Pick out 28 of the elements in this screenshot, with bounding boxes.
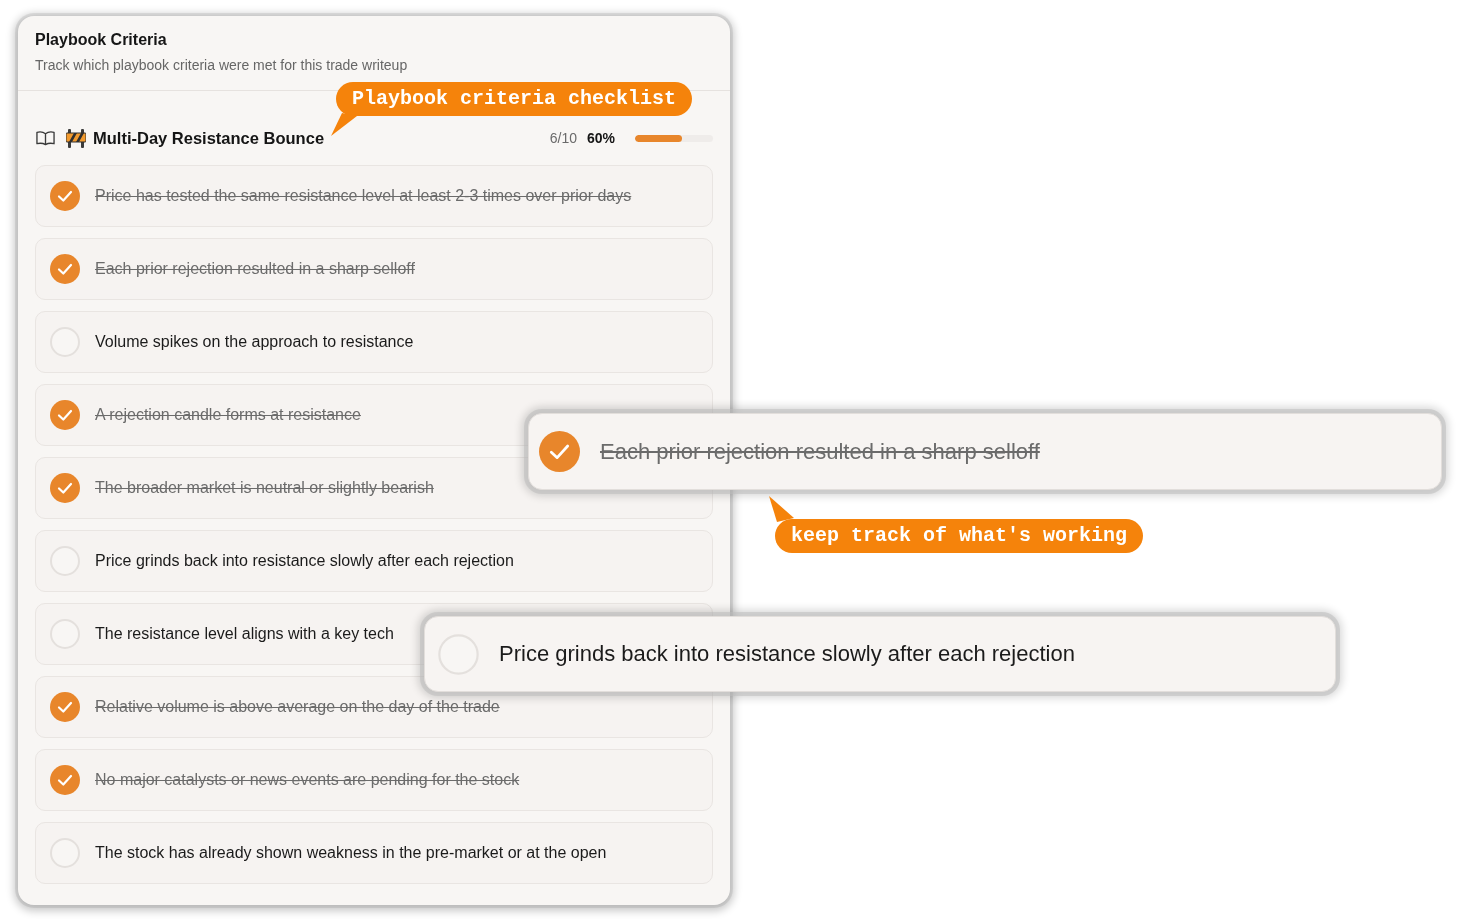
checkbox[interactable] (50, 254, 80, 284)
checkbox[interactable] (50, 473, 80, 503)
callout-tail-icon (768, 496, 796, 522)
book-icon (36, 130, 55, 146)
panel-title: Playbook Criteria (35, 30, 168, 50)
checkbox[interactable] (50, 400, 80, 430)
criterion-text: The stock has already shown weakness in the pre-market or at the open (95, 844, 607, 862)
panel-subtitle: Track which playbook criteria were met for this trade writeup (35, 56, 409, 74)
zoomed-criterion-text: Each prior rejection resulted in a sharp selloff (600, 438, 1040, 465)
criterion-text: Volume spikes on the approach to resistance (95, 333, 414, 351)
criterion-text: Price grinds back into resistance slowly after each rejection (95, 552, 514, 570)
completion-percent: 60% (586, 130, 615, 146)
zoomed-criterion-text: Price grinds back into resistance slowly after each rejection (499, 641, 1075, 667)
criterion-text: Price has tested the same resistance level at least 2-3 times over prior days (95, 187, 632, 205)
criterion-text: Each prior rejection resulted in a sharp selloff (95, 260, 415, 278)
criterion-text: The broader market is neutral or slightly bearish (95, 479, 434, 497)
criterion-text: The resistance level aligns with a key tech (95, 625, 394, 643)
checkbox[interactable] (50, 181, 80, 211)
callout-tail-icon (330, 113, 358, 137)
barrier-icon (66, 128, 86, 148)
checkbox[interactable] (50, 765, 80, 795)
playbook-name: Multi-Day Resistance Bounce (93, 128, 325, 148)
checkbox[interactable] (50, 692, 80, 722)
checkbox[interactable] (539, 431, 580, 472)
criterion-text: No major catalysts or news events are pending for the stock (95, 771, 520, 789)
criterion-text: Relative volume is above average on the day of the trade (95, 698, 500, 716)
criteria-count: 6/10 (549, 130, 577, 146)
criterion-text: A rejection candle forms at resistance (95, 406, 361, 424)
